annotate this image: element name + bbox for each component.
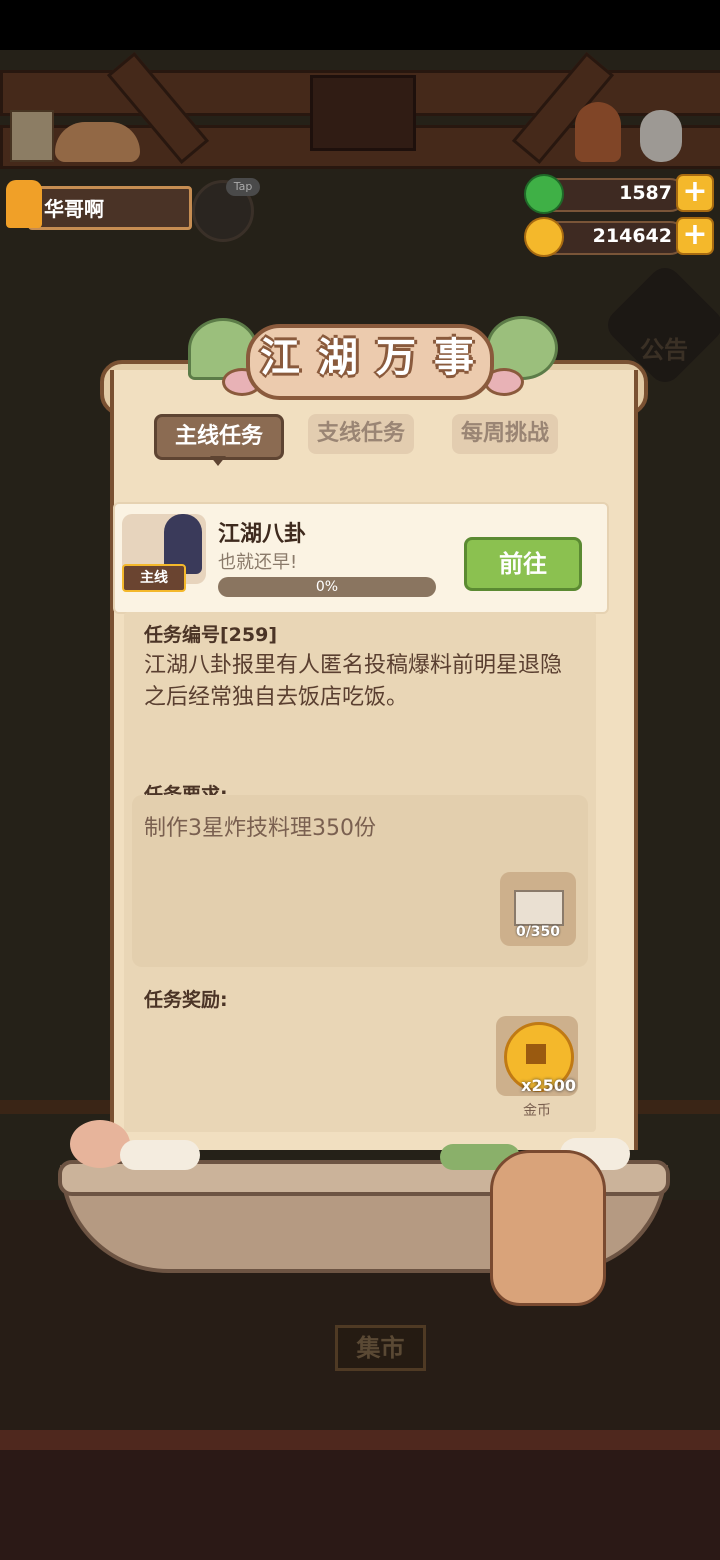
task-subtitle: 也就还早! [218,552,298,573]
reward-count: x2500 [521,1076,576,1095]
coin-count: 214642 [592,225,672,247]
title-char-4: 事 [434,335,474,381]
player-name: 华哥啊 [44,197,104,221]
tab-side-quests[interactable]: 支线任务 [308,414,414,454]
coin-square-hole [526,1044,546,1064]
fishcake-decoration [120,1140,200,1170]
requirement-text: 制作3星炸技料理350份 [144,816,376,841]
jade-icon [524,174,564,214]
go-button[interactable]: 前往 [464,537,582,591]
add-coins-button[interactable]: + [676,217,714,255]
coin-icon [524,217,564,257]
reward-label: 任务奖励: [144,989,228,1011]
task-number: 任务编号[259] [144,624,278,646]
tab-main-quests[interactable]: 主线任务 [154,414,284,460]
task-description: 江湖八卦报里有人匿名投稿爆料前明星退隐之后经常独自去饭店吃饭。 [144,653,563,710]
active-tab-pointer [210,456,226,466]
title-char-3: 万 [376,335,416,381]
task-progress-text: 0% [315,579,339,595]
add-jade-button[interactable]: + [676,174,714,212]
title-char-2: 湖 [318,335,358,381]
scroll-item-icon [514,890,564,926]
player-avatar-icon[interactable] [6,180,42,228]
title-char-1: 江 [260,335,300,381]
task-name: 江湖八卦 [218,522,307,547]
tabby-cat-decoration [490,1150,606,1306]
bottom-bar [0,1450,720,1560]
jade-count: 1587 [619,182,672,204]
main-quest-badge: 主线 [122,564,186,592]
reward-name: 金币 [523,1103,551,1119]
requirement-progress: 0/350 [515,924,561,940]
tab-weekly-challenge[interactable]: 每周挑战 [452,414,558,454]
tap-badge: Tap [226,178,260,196]
